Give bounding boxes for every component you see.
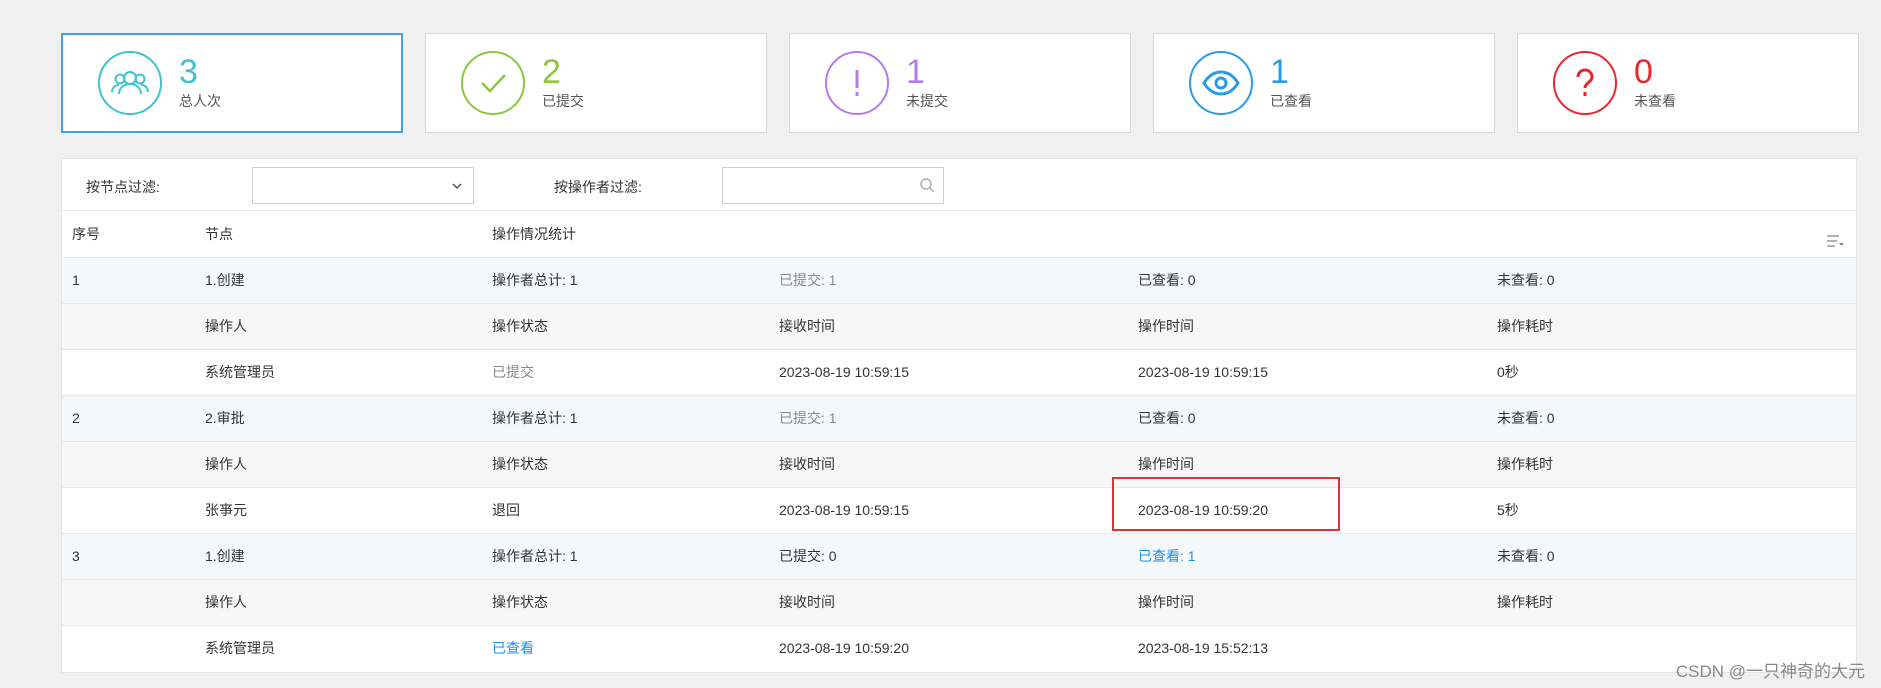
detail-duration: 0秒	[1497, 364, 1519, 380]
node-filter-select[interactable]	[252, 167, 474, 204]
row-node: 1.创建	[205, 548, 245, 564]
sub-header-received: 接收时间	[779, 456, 835, 472]
table-row[interactable]: 1 1.创建 操作者总计: 1 已提交: 1 已查看: 0 未查看: 0	[62, 257, 1856, 303]
stat-viewed-value: 1	[1270, 53, 1289, 91]
table-header-row: 序号 节点 操作情况统计	[62, 211, 1856, 257]
table-row[interactable]: 2 2.审批 操作者总计: 1 已提交: 1 已查看: 0 未查看: 0	[62, 395, 1856, 441]
detail-operated: 2023-08-19 10:59:20	[1138, 502, 1268, 518]
stat-submitted-value: 2	[542, 53, 561, 91]
row-submitted: 已提交: 1	[779, 410, 837, 426]
detail-operated: 2023-08-19 15:52:13	[1138, 640, 1268, 657]
sub-header-received: 接收时间	[779, 318, 835, 334]
sub-header-duration: 操作耗时	[1497, 594, 1553, 610]
operator-filter-label: 按操作者过滤:	[554, 179, 642, 195]
stat-total-label: 总人次	[179, 93, 221, 109]
operator-filter-input[interactable]	[722, 167, 944, 204]
operation-table: 序号 节点 操作情况统计 1 1.创建 操作者总计: 1 已提交: 1 已查看:…	[62, 211, 1856, 671]
sub-header-operator: 操作人	[205, 594, 247, 610]
chevron-down-icon	[452, 183, 462, 190]
detail-received: 2023-08-19 10:59:20	[779, 640, 909, 657]
stat-unviewed-label: 未查看	[1634, 93, 1676, 109]
row-node: 1.创建	[205, 272, 245, 288]
detail-operator: 系统管理员	[205, 640, 275, 657]
stat-viewed-label: 已查看	[1270, 93, 1312, 109]
exclamation-icon	[825, 51, 889, 115]
row-total: 操作者总计: 1	[492, 548, 578, 564]
stat-card-total[interactable]: 3 总人次	[61, 33, 403, 133]
eye-icon	[1189, 51, 1253, 115]
row-viewed-link[interactable]: 已查看: 1	[1138, 533, 1497, 579]
row-viewed: 已查看: 0	[1138, 272, 1196, 288]
node-filter-label: 按节点过滤:	[86, 179, 160, 195]
stat-card-submitted[interactable]: 2 已提交	[425, 33, 767, 133]
detail-operator: 系统管理员	[205, 364, 275, 380]
row-index: 2	[72, 410, 80, 426]
sub-header-operator: 操作人	[205, 318, 247, 334]
row-unviewed: 未查看: 0	[1497, 272, 1555, 288]
detail-status: 已提交	[492, 364, 534, 380]
detail-operator: 张亊元	[205, 502, 247, 518]
table-row[interactable]: 3 1.创建 操作者总计: 1 已提交: 0 已查看: 1 未查看: 0	[62, 533, 1856, 579]
question-icon	[1553, 51, 1617, 115]
col-header-node[interactable]: 节点	[205, 211, 492, 257]
sub-header-duration: 操作耗时	[1497, 318, 1553, 334]
filter-bar: 按节点过滤: 按操作者过滤:	[62, 159, 1856, 211]
stat-unsubmitted-label: 未提交	[906, 93, 948, 109]
row-viewed: 已查看: 0	[1138, 410, 1196, 426]
detail-duration: 5秒	[1497, 502, 1519, 518]
detail-operated: 2023-08-19 10:59:15	[1138, 364, 1268, 380]
sub-header-row: 操作人 操作状态 接收时间 操作时间 操作耗时	[62, 303, 1856, 349]
stat-submitted-label: 已提交	[542, 93, 584, 109]
detail-row[interactable]: 系统管理员 已提交 2023-08-19 10:59:15 2023-08-19…	[62, 349, 1856, 395]
row-total: 操作者总计: 1	[492, 410, 578, 426]
detail-status: 退回	[492, 502, 520, 518]
row-submitted: 已提交: 0	[779, 548, 837, 564]
col-header-stats[interactable]: 操作情况统计	[492, 211, 779, 257]
watermark-text: CSDN @一只神奇的大元	[1675, 662, 1865, 681]
sub-header-row: 操作人 操作状态 接收时间 操作时间 操作耗时	[62, 441, 1856, 487]
sub-header-received: 接收时间	[779, 594, 835, 610]
row-index: 3	[72, 548, 80, 564]
row-node: 2.审批	[205, 410, 245, 426]
detail-row[interactable]: 系统管理员 已查看 2023-08-19 10:59:20 2023-08-19…	[62, 625, 1856, 671]
stats-cards: 3 总人次 2 已提交 1 未提交 1 已查看 0 未查看	[61, 33, 1859, 133]
sub-header-status: 操作状态	[492, 594, 548, 610]
stat-card-unsubmitted[interactable]: 1 未提交	[789, 33, 1131, 133]
sub-header-status: 操作状态	[492, 318, 548, 334]
row-unviewed: 未查看: 0	[1497, 410, 1555, 426]
detail-received: 2023-08-19 10:59:15	[779, 502, 909, 518]
check-icon	[461, 51, 525, 115]
sub-header-row: 操作人 操作状态 接收时间 操作时间 操作耗时	[62, 579, 1856, 625]
row-total: 操作者总计: 1	[492, 272, 578, 288]
search-icon[interactable]	[919, 177, 935, 193]
sub-header-status: 操作状态	[492, 456, 548, 472]
row-unviewed: 未查看: 0	[1497, 548, 1555, 564]
stat-unsubmitted-value: 1	[906, 53, 925, 91]
users-icon	[98, 51, 162, 115]
detail-received: 2023-08-19 10:59:15	[779, 364, 909, 380]
row-index: 1	[72, 272, 80, 288]
column-settings-icon[interactable]	[1826, 234, 1844, 248]
stat-total-value: 3	[179, 53, 198, 91]
sub-header-operated: 操作时间	[1138, 456, 1194, 472]
operation-panel: 按节点过滤: 按操作者过滤: 序号 节点 操作情况统计 1 1.创建 操作者总计…	[61, 158, 1857, 673]
sub-header-duration: 操作耗时	[1497, 456, 1553, 472]
detail-status-link[interactable]: 已查看	[492, 625, 779, 671]
detail-row[interactable]: 张亊元 退回 2023-08-19 10:59:15 2023-08-19 10…	[62, 487, 1856, 533]
sub-header-operated: 操作时间	[1138, 318, 1194, 334]
stat-unviewed-value: 0	[1634, 53, 1653, 91]
sub-header-operator: 操作人	[205, 456, 247, 472]
sub-header-operated: 操作时间	[1138, 594, 1194, 610]
col-header-index[interactable]: 序号	[62, 211, 205, 257]
row-submitted: 已提交: 1	[779, 272, 837, 288]
stat-card-viewed[interactable]: 1 已查看	[1153, 33, 1495, 133]
stat-card-unviewed[interactable]: 0 未查看	[1517, 33, 1859, 133]
